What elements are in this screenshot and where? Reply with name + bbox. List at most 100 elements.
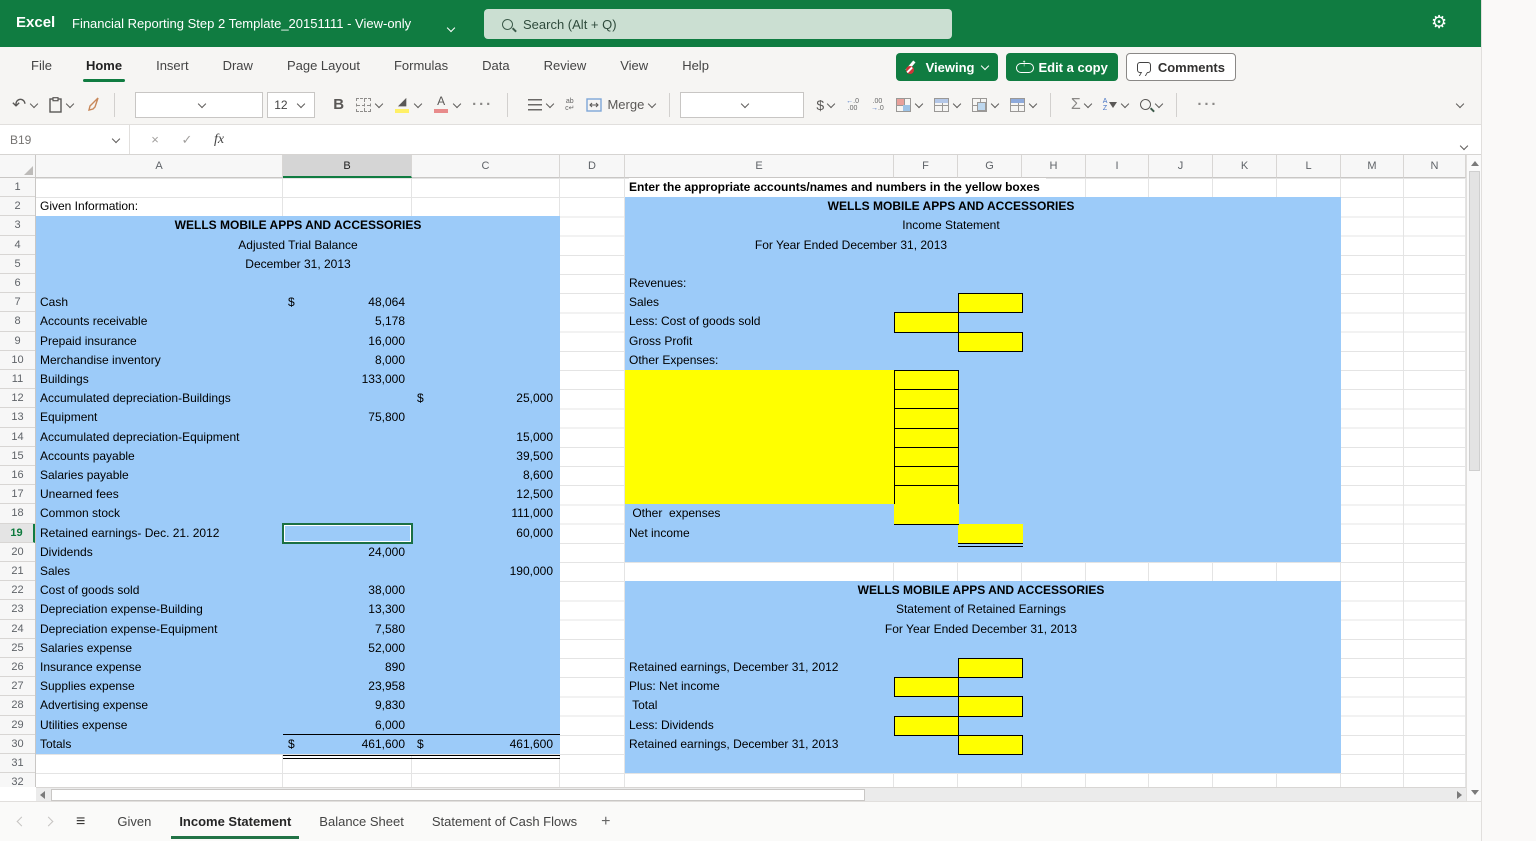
borders-button[interactable] — [356, 98, 382, 112]
row-header-3[interactable]: 3 — [0, 216, 35, 235]
debit-value[interactable]: 890 — [283, 658, 409, 677]
account-label[interactable]: Sales — [40, 562, 70, 581]
income-statement-period[interactable]: For Year Ended December 31, 2013 — [625, 236, 1077, 255]
debit-value[interactable]: 13,300 — [283, 600, 409, 619]
account-label[interactable]: Utilities expense — [40, 716, 127, 735]
row-header-27[interactable]: 27 — [0, 677, 35, 696]
account-label[interactable]: Equipment — [40, 408, 97, 427]
yellow-input-box[interactable] — [958, 696, 1023, 716]
vertical-scrollbar[interactable] — [1466, 155, 1481, 801]
column-header-L[interactable]: L — [1277, 155, 1341, 178]
menu-tab-data[interactable]: Data — [465, 47, 526, 85]
row-header-19[interactable]: 19 — [0, 524, 35, 543]
credit-value[interactable]: 60,000 — [412, 524, 557, 543]
credit-value[interactable]: 461,600 — [412, 735, 557, 754]
retained-earnings-label[interactable]: Plus: Net income — [629, 677, 720, 696]
row-header-25[interactable]: 25 — [0, 639, 35, 658]
account-label[interactable]: Accumulated depreciation-Buildings — [40, 389, 231, 408]
column-header-D[interactable]: D — [560, 155, 625, 178]
account-label[interactable]: Cost of goods sold — [40, 581, 139, 600]
row-header-13[interactable]: 13 — [0, 408, 35, 427]
edit-a-copy-button[interactable]: Edit a copy — [1006, 53, 1117, 81]
row-header-12[interactable]: 12 — [0, 389, 35, 408]
yellow-input-box[interactable] — [958, 658, 1023, 678]
account-label[interactable]: Accounts receivable — [40, 312, 147, 331]
row-header-15[interactable]: 15 — [0, 447, 35, 466]
row-header-14[interactable]: 14 — [0, 428, 35, 447]
given-information-label[interactable]: Given Information: — [40, 197, 138, 216]
decrease-decimal-button[interactable]: .00→.0 — [871, 98, 884, 112]
debit-value[interactable]: 133,000 — [283, 370, 409, 389]
row-header-8[interactable]: 8 — [0, 312, 35, 331]
debit-value[interactable]: 6,000 — [283, 716, 409, 735]
all-sheets-menu-icon[interactable]: ≡ — [76, 813, 85, 831]
yellow-input-box[interactable] — [894, 677, 959, 697]
column-header-A[interactable]: A — [36, 155, 283, 178]
yellow-other-expenses-box[interactable] — [894, 504, 959, 524]
paste-button[interactable] — [49, 97, 73, 113]
row-header-30[interactable]: 30 — [0, 735, 35, 754]
income-statement-label[interactable]: Gross Profit — [629, 332, 692, 351]
account-label[interactable]: Totals — [40, 735, 71, 754]
row-header-22[interactable]: 22 — [0, 581, 35, 600]
debit-value[interactable]: 48,064 — [283, 293, 409, 312]
collapse-ribbon-button[interactable] — [1452, 103, 1463, 107]
column-header-I[interactable]: I — [1086, 155, 1149, 178]
credit-value[interactable]: 12,500 — [412, 485, 557, 504]
income-statement-label[interactable]: Net income — [629, 524, 690, 543]
yellow-input-box[interactable] — [958, 735, 1023, 755]
currency-format-button[interactable]: $ — [816, 97, 824, 113]
debit-value[interactable]: 7,580 — [283, 620, 409, 639]
yellow-input-box[interactable] — [894, 716, 959, 736]
debit-value[interactable]: 9,830 — [283, 696, 409, 715]
row-header-18[interactable]: 18 — [0, 504, 35, 523]
debit-value[interactable]: 8,000 — [283, 351, 409, 370]
sheet-tab-statement-of-cash-flows[interactable]: Statement of Cash Flows — [418, 802, 591, 841]
debit-value[interactable]: 23,958 — [283, 677, 409, 696]
row-header-4[interactable]: 4 — [0, 236, 35, 255]
column-header-H[interactable]: H — [1022, 155, 1086, 178]
account-label[interactable]: Unearned fees — [40, 485, 119, 504]
yellow-expense-amount-box[interactable] — [894, 466, 959, 486]
cancel-entry-button[interactable]: × — [140, 125, 170, 154]
insert-function-button[interactable]: fx — [204, 125, 234, 154]
retained-earnings-title[interactable]: WELLS MOBILE APPS AND ACCESSORIES — [625, 581, 1337, 600]
yellow-expense-amount-box[interactable] — [894, 370, 959, 390]
selected-cell-B19[interactable] — [282, 523, 413, 544]
column-header-M[interactable]: M — [1341, 155, 1404, 178]
menu-tab-help[interactable]: Help — [665, 47, 726, 85]
yellow-expense-amount-box[interactable] — [894, 428, 959, 448]
retained-earnings-label[interactable]: Retained earnings, December 31, 2012 — [629, 658, 838, 677]
insert-table-button[interactable] — [1010, 98, 1036, 112]
scroll-down-icon[interactable] — [1471, 790, 1479, 795]
income-statement-label[interactable]: Other expenses — [629, 504, 720, 523]
horizontal-scroll-thumb[interactable] — [51, 789, 865, 801]
yellow-input-box[interactable] — [894, 312, 959, 332]
retained-earnings-label[interactable]: Total — [629, 696, 657, 715]
instruction-text[interactable]: Enter the appropriate accounts/names and… — [629, 178, 1046, 197]
menu-tab-draw[interactable]: Draw — [206, 47, 270, 85]
settings-gear-icon[interactable]: ⚙ — [1431, 12, 1447, 33]
search-box[interactable] — [484, 9, 952, 39]
expand-formula-bar-icon[interactable] — [1461, 136, 1467, 154]
cell-styles-button[interactable] — [972, 98, 998, 112]
row-header-10[interactable]: 10 — [0, 351, 35, 370]
format-as-table-button[interactable] — [934, 98, 960, 112]
account-label[interactable]: Common stock — [40, 504, 120, 523]
account-label[interactable]: Depreciation expense-Building — [40, 600, 203, 619]
title-chevron-down-icon[interactable] — [448, 18, 454, 36]
yellow-expense-amount-box[interactable] — [894, 408, 959, 428]
font-color-button[interactable]: A — [433, 96, 460, 113]
income-statement-title[interactable]: WELLS MOBILE APPS AND ACCESSORIES — [625, 197, 1277, 216]
income-statement-subtitle[interactable]: Income Statement — [625, 216, 1277, 235]
account-label[interactable]: Salaries expense — [40, 639, 132, 658]
horizontal-scrollbar[interactable] — [36, 787, 1466, 801]
alignment-button[interactable] — [528, 99, 553, 111]
credit-value[interactable]: 25,000 — [412, 389, 557, 408]
more-font-options-button[interactable]: ··· — [472, 96, 493, 113]
income-statement-label[interactable]: Sales — [629, 293, 659, 312]
scroll-up-icon[interactable] — [1471, 161, 1479, 166]
row-header-24[interactable]: 24 — [0, 620, 35, 639]
account-label[interactable]: Prepaid insurance — [40, 332, 137, 351]
column-header-F[interactable]: F — [894, 155, 958, 178]
